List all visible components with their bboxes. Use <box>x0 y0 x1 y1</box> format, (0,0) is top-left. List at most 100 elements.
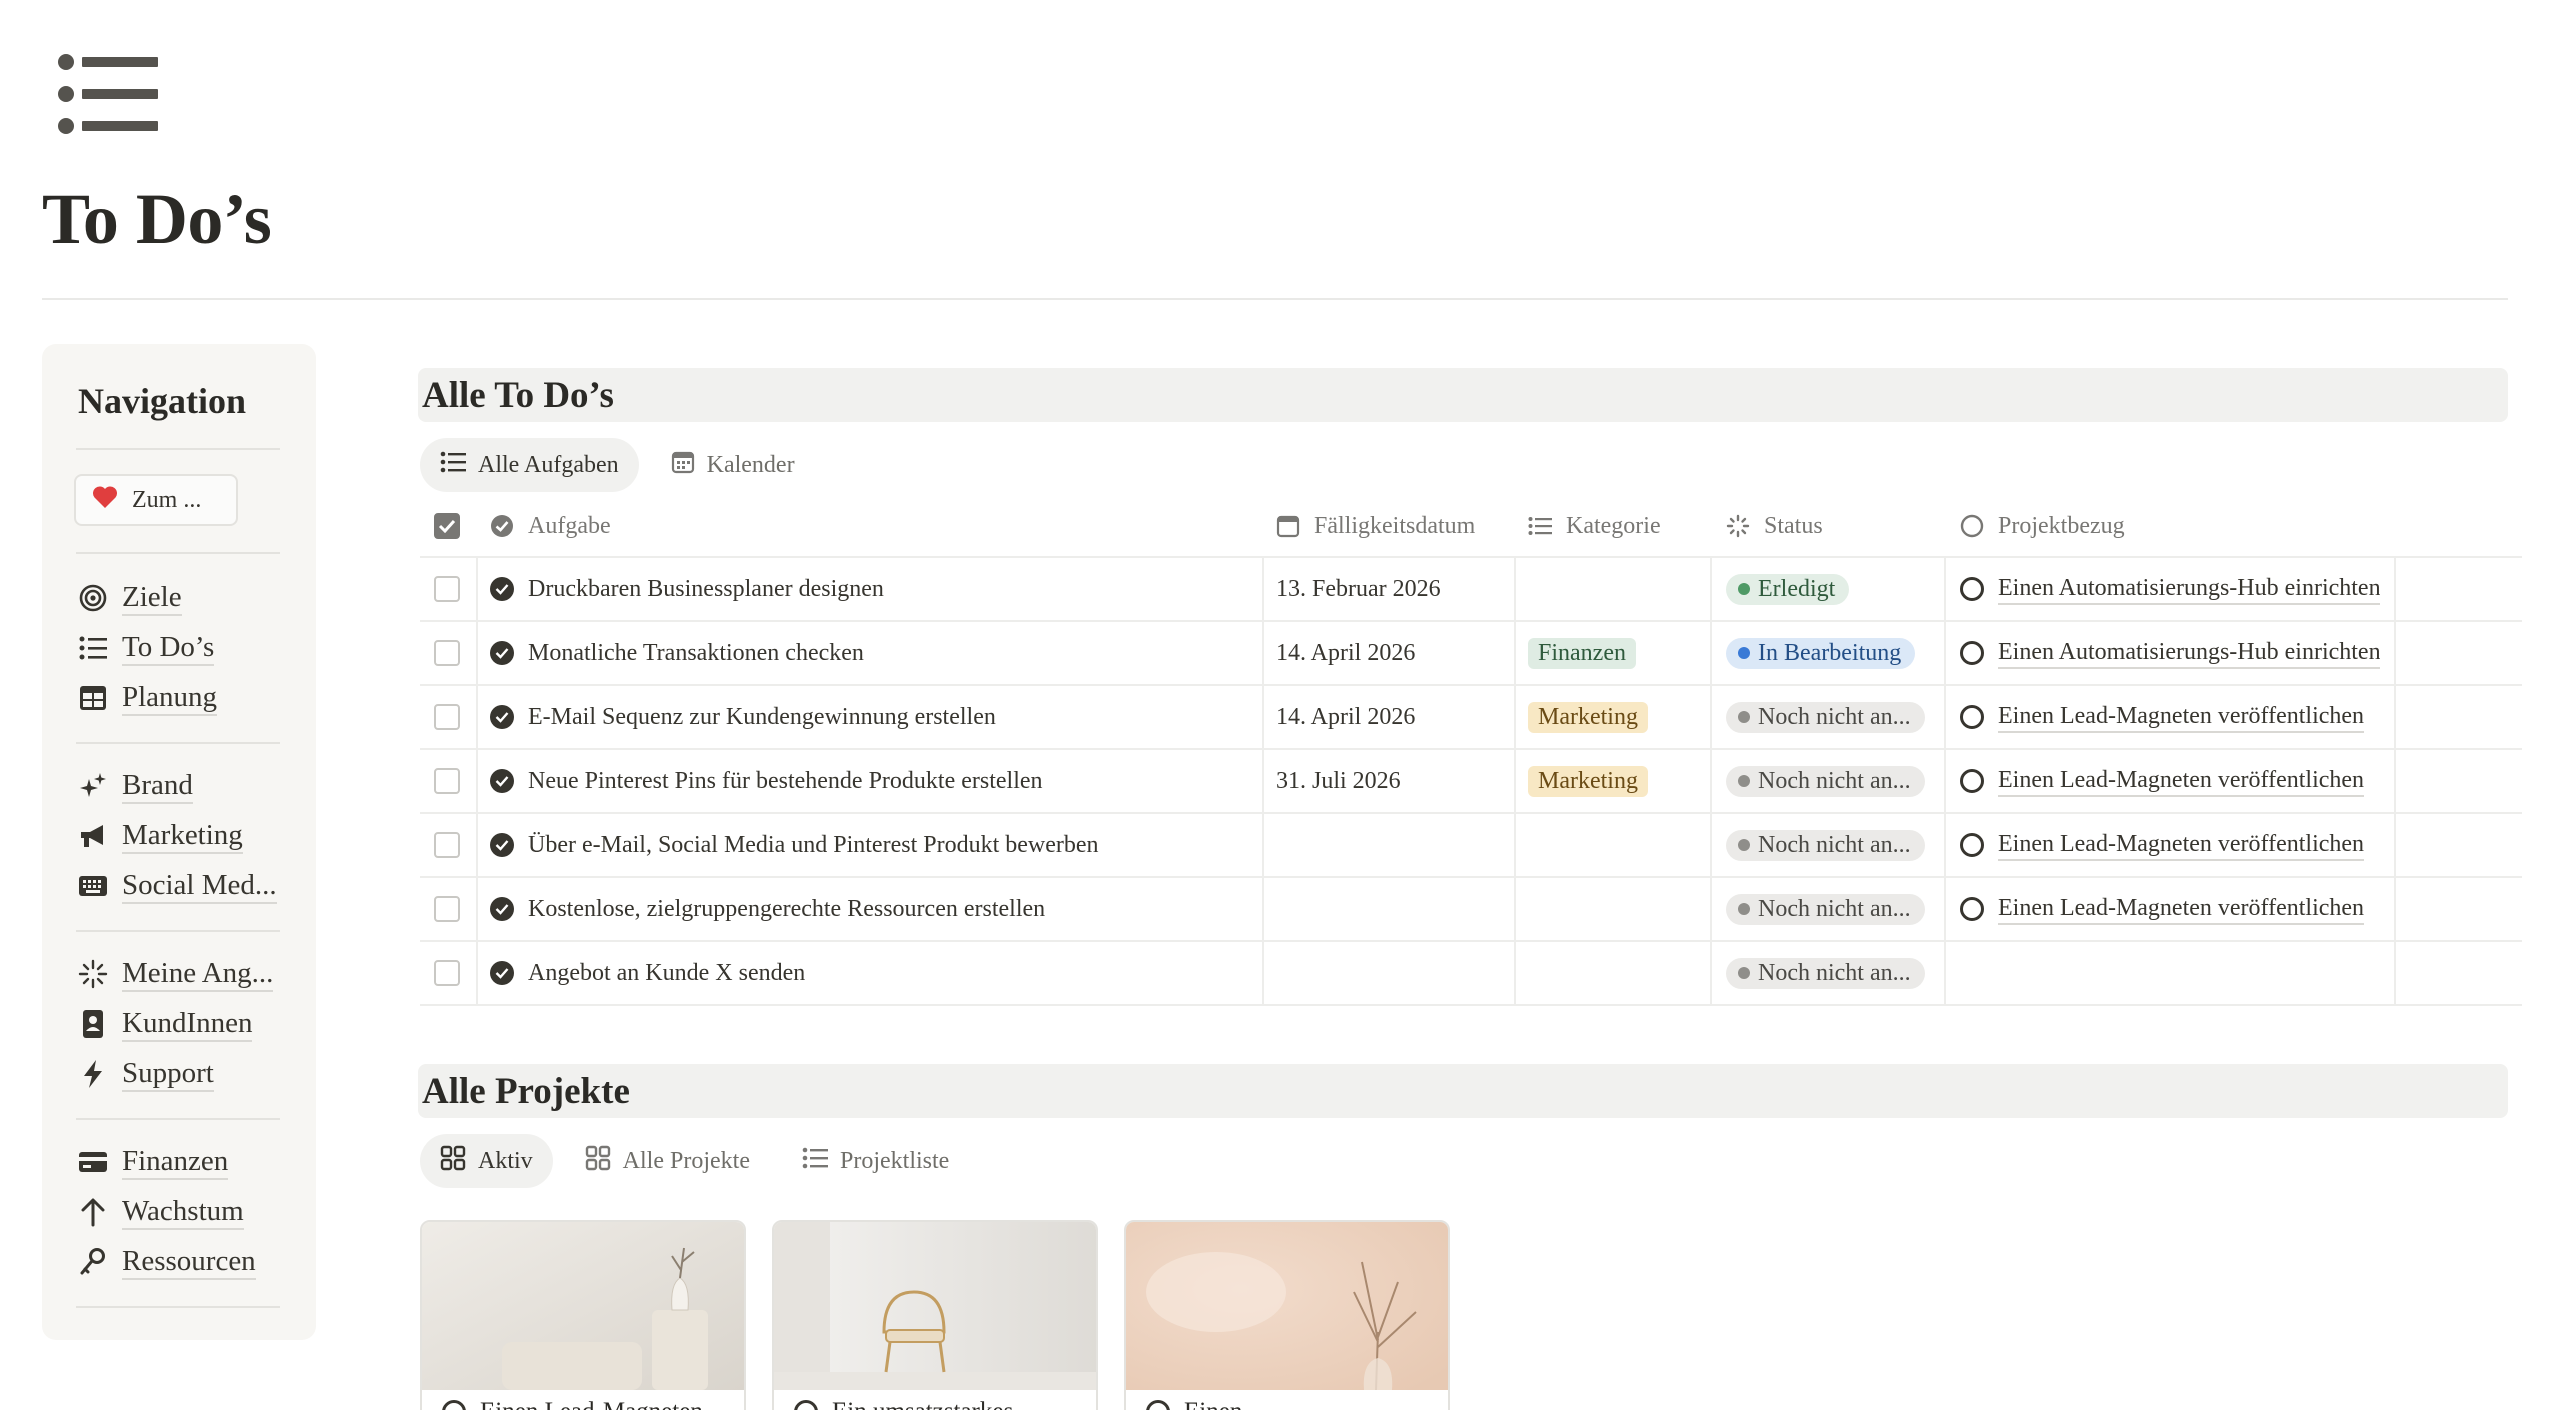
sidebar-item-marketing[interactable]: Marketing <box>78 814 243 858</box>
row-checkbox[interactable] <box>434 942 460 1004</box>
task-cell[interactable]: Monatliche Transaktionen checken <box>490 622 864 684</box>
status-badge: In Bearbeitung <box>1726 637 1916 669</box>
project-card[interactable]: Einen <box>1124 1220 1450 1410</box>
status-cell[interactable]: Noch nicht an... <box>1726 686 1925 748</box>
status-cell[interactable]: In Bearbeitung <box>1726 622 1916 684</box>
project-cell[interactable]: Einen Lead-Magneten veröffentlichen <box>1960 686 2380 748</box>
status-cell[interactable]: Erledigt <box>1726 558 1850 620</box>
sidebar-item-finanzen[interactable]: Finanzen <box>78 1140 229 1184</box>
tab-alle-projekte[interactable]: Alle Projekte <box>565 1134 770 1188</box>
project-link[interactable]: Einen Lead-Magneten veröffentlichen <box>1998 893 2365 925</box>
column-header-status[interactable]: Status <box>1726 496 1823 556</box>
table-row[interactable]: E-Mail Sequenz zur Kundengewinnung erste… <box>420 686 2522 750</box>
sidebar-item-to-dos[interactable]: To Do’s <box>78 626 215 670</box>
column-header-kategorie[interactable]: Kategorie <box>1528 496 1661 556</box>
project-title-text: Einen Lead-Magneten <box>480 1398 703 1410</box>
status-dot <box>1738 583 1750 595</box>
project-link[interactable]: Einen Lead-Magneten veröffentlichen <box>1998 701 2365 733</box>
table-row[interactable]: Angebot an Kunde X senden Noch nicht an..… <box>420 942 2522 1006</box>
status-text: Noch nicht an... <box>1758 703 1911 730</box>
column-header-faelligkeitsdatum[interactable]: Fälligkeitsdatum <box>1276 496 1475 556</box>
table-row[interactable]: Monatliche Transaktionen checken 14. Apri… <box>420 622 2522 686</box>
status-text: Erledigt <box>1758 575 1836 602</box>
project-link[interactable]: Einen Lead-Magneten veröffentlichen <box>1998 829 2365 861</box>
category-cell[interactable]: Marketing <box>1528 750 1648 812</box>
tab-aktiv[interactable]: Aktiv <box>420 1134 553 1188</box>
project-card[interactable]: Ein umsatzstarkes <box>772 1220 1098 1410</box>
sidebar-item-wachstum[interactable]: Wachstum <box>78 1190 244 1234</box>
status-cell[interactable]: Noch nicht an... <box>1726 942 1925 1004</box>
sidebar-item-kundinnen[interactable]: KundInnen <box>78 1002 253 1046</box>
sidebar-item-brand[interactable]: Brand <box>78 764 193 808</box>
task-cell[interactable]: Druckbaren Businessplaner designen <box>490 558 884 620</box>
task-cell[interactable]: Über e-Mail, Social Media und Pinterest … <box>490 814 1099 876</box>
status-badge: Noch nicht an... <box>1726 765 1925 797</box>
sidebar-item-label: To Do’s <box>122 630 215 666</box>
row-checkbox[interactable] <box>434 878 460 940</box>
task-cell[interactable]: Angebot an Kunde X senden <box>490 942 805 1004</box>
category-cell[interactable] <box>1528 942 1698 1004</box>
arrow-up-icon <box>78 1197 108 1227</box>
project-cell[interactable]: Einen Lead-Magneten veröffentlichen <box>1960 814 2380 876</box>
sidebar-item-ressourcen[interactable]: Ressourcen <box>78 1240 256 1284</box>
sidebar-item-social-media[interactable]: Social Med... <box>78 864 277 908</box>
table-row[interactable]: Neue Pinterest Pins für bestehende Produ… <box>420 750 2522 814</box>
sidebar-item-ziele[interactable]: Ziele <box>78 576 182 620</box>
column-header-aufgabe[interactable]: Aufgabe <box>490 496 611 556</box>
column-label: Fälligkeitsdatum <box>1314 512 1476 539</box>
due-date-cell[interactable]: 31. Juli 2026 <box>1276 750 1401 812</box>
project-cell[interactable]: Einen Automatisierungs-Hub einrichten <box>1960 622 2380 684</box>
task-cell[interactable]: Neue Pinterest Pins für bestehende Produ… <box>490 750 1043 812</box>
project-card[interactable]: Einen Lead-Magneten <box>420 1220 746 1410</box>
sidebar-item-support[interactable]: Support <box>78 1052 214 1096</box>
project-link[interactable]: Einen Automatisierungs-Hub einrichten <box>1998 573 2380 605</box>
sidebar-item-planung[interactable]: Planung <box>78 676 218 720</box>
column-label: Kategorie <box>1566 512 1661 539</box>
row-checkbox[interactable] <box>434 686 460 748</box>
circle-icon <box>1960 577 1984 601</box>
status-badge: Noch nicht an... <box>1726 829 1925 861</box>
status-cell[interactable]: Noch nicht an... <box>1726 814 1925 876</box>
project-cell[interactable] <box>1960 942 2380 1004</box>
column-divider <box>1262 558 1264 1006</box>
due-date-cell[interactable]: 14. April 2026 <box>1276 622 1415 684</box>
table-row[interactable]: Druckbaren Businessplaner designen 13. Fe… <box>420 558 2522 622</box>
table-row[interactable]: Über e-Mail, Social Media und Pinterest … <box>420 814 2522 878</box>
project-cell[interactable]: Einen Lead-Magneten veröffentlichen <box>1960 878 2380 940</box>
zum-button[interactable]: Zum ... <box>74 474 238 526</box>
project-link[interactable]: Einen Lead-Magneten veröffentlichen <box>1998 765 2365 797</box>
task-cell[interactable]: Kostenlose, zielgruppengerechte Ressourc… <box>490 878 1045 940</box>
navigation-sidebar: Navigation Zum ... Ziele To Do’s Planung… <box>42 344 316 1340</box>
row-checkbox[interactable] <box>434 750 460 812</box>
project-link[interactable]: Einen Automatisierungs-Hub einrichten <box>1998 637 2380 669</box>
row-checkbox[interactable] <box>434 814 460 876</box>
sparkle-icon <box>78 771 108 801</box>
table-row[interactable]: Kostenlose, zielgruppengerechte Ressourc… <box>420 878 2522 942</box>
list-icon <box>1528 516 1552 536</box>
column-header-projektbezug[interactable]: Projektbezug <box>1960 496 2125 556</box>
category-cell[interactable]: Marketing <box>1528 686 1648 748</box>
tab-kalender[interactable]: Kalender <box>651 438 815 492</box>
due-date-cell[interactable]: 14. April 2026 <box>1276 686 1415 748</box>
category-cell[interactable]: Finanzen <box>1528 622 1636 684</box>
bulleted-list-icon <box>56 52 160 140</box>
row-checkbox[interactable] <box>434 622 460 684</box>
category-cell[interactable] <box>1528 558 1698 620</box>
tab-alle-aufgaben[interactable]: Alle Aufgaben <box>420 438 639 492</box>
project-cell[interactable]: Einen Lead-Magneten veröffentlichen <box>1960 750 2380 812</box>
status-text: Noch nicht an... <box>1758 895 1911 922</box>
category-cell[interactable] <box>1528 814 1698 876</box>
task-cell[interactable]: E-Mail Sequenz zur Kundengewinnung erste… <box>490 686 996 748</box>
tab-projektliste[interactable]: Projektliste <box>782 1134 969 1188</box>
select-all-checkbox[interactable] <box>434 496 460 556</box>
circle-icon <box>1146 1400 1170 1410</box>
list-icon <box>78 633 108 663</box>
sidebar-item-meine-angebote[interactable]: Meine Ang... <box>78 952 274 996</box>
column-divider <box>476 558 478 1006</box>
status-cell[interactable]: Noch nicht an... <box>1726 878 1925 940</box>
status-cell[interactable]: Noch nicht an... <box>1726 750 1925 812</box>
row-checkbox[interactable] <box>434 558 460 620</box>
category-cell[interactable] <box>1528 878 1698 940</box>
due-date-cell[interactable]: 13. Februar 2026 <box>1276 558 1441 620</box>
project-cell[interactable]: Einen Automatisierungs-Hub einrichten <box>1960 558 2380 620</box>
